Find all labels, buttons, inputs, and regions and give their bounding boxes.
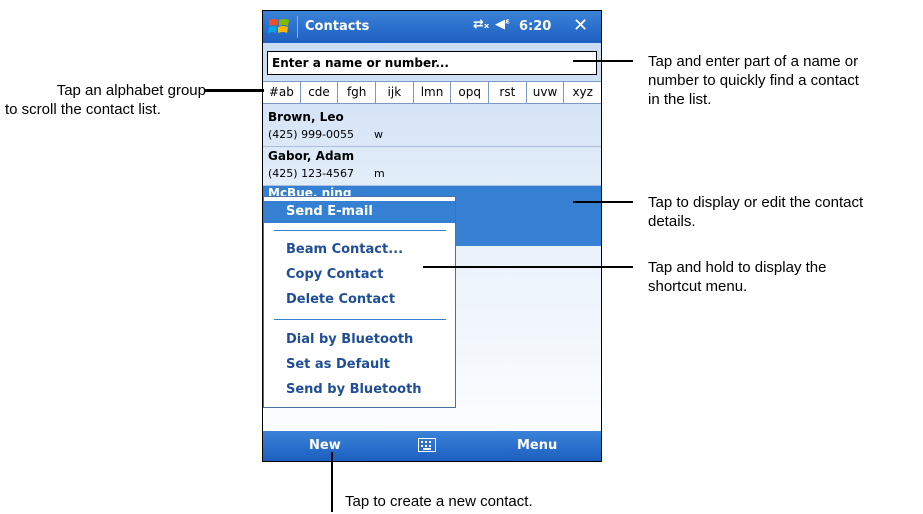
menu-separator (274, 230, 446, 231)
contact-number: (425) 999-0055 (268, 128, 355, 141)
context-menu: Send E-mail Beam Contact... Copy Contact… (263, 196, 456, 408)
windows-flag-icon[interactable] (267, 15, 291, 39)
menu-send-email[interactable]: Send E-mail (264, 201, 455, 223)
connectivity-icon[interactable]: ⇄ₓ (473, 17, 489, 32)
contact-number-type: w (374, 128, 383, 141)
callout-line-details (573, 201, 633, 203)
title-separator (297, 16, 298, 38)
contact-row[interactable]: Gabor, Adam (425) 123-4567 m (263, 147, 601, 186)
softkey-bar: New Menu (263, 431, 601, 461)
alpha-tab-opq[interactable]: opq (451, 82, 490, 103)
speaker-icon[interactable]: ◀︎ᵋ (495, 17, 510, 32)
new-button[interactable]: New (309, 438, 341, 453)
clock[interactable]: 6:20 (519, 19, 551, 34)
callout-line-hold (423, 266, 633, 268)
alpha-tab-rst[interactable]: rst (489, 82, 527, 103)
callout-hold: Tap and hold to display the shortcut men… (648, 259, 827, 295)
callout-line-new (331, 452, 333, 512)
alphabet-tabs: #ab cde fgh ijk lmn opq rst uvw xyz (263, 81, 601, 104)
pocket-pc-screen: Contacts ⇄ₓ ◀︎ᵋ 6:20 ✕ #ab cde fgh ijk l… (262, 10, 602, 462)
contact-number: (425) 123-4567 (268, 167, 355, 180)
alpha-tab-ijk[interactable]: ijk (376, 82, 414, 103)
callout-alphabet: Tap an alphabet group (56, 82, 206, 99)
callout-details: Tap to display or edit the contact detai… (648, 194, 864, 230)
close-icon[interactable]: ✕ (573, 15, 588, 36)
contact-name: Gabor, Adam (268, 149, 355, 163)
title-bar: Contacts ⇄ₓ ◀︎ᵋ 6:20 ✕ (263, 11, 601, 43)
callout-line-search (573, 60, 633, 62)
search-input[interactable] (268, 52, 596, 74)
alpha-tab-xyz[interactable]: xyz (564, 82, 601, 103)
menu-separator (274, 319, 446, 320)
alpha-tab-cde[interactable]: cde (301, 82, 339, 103)
callout-line-alphabet (204, 89, 264, 92)
menu-beam-contact[interactable]: Beam Contact... (264, 239, 455, 261)
alpha-tab-ab[interactable]: #ab (263, 82, 301, 103)
callout-new-contact: Tap to create a new contact. (345, 493, 533, 510)
menu-set-default[interactable]: Set as Default (264, 354, 455, 376)
contact-number-type: m (374, 167, 385, 180)
alpha-tab-fgh[interactable]: fgh (338, 82, 377, 103)
keyboard-icon[interactable] (418, 438, 436, 452)
alpha-tab-uvw[interactable]: uvw (527, 82, 565, 103)
callout-alphabet-line2: to scroll the contact list. (5, 101, 161, 118)
menu-button[interactable]: Menu (517, 438, 557, 453)
app-title: Contacts (305, 19, 370, 34)
menu-dial-bluetooth[interactable]: Dial by Bluetooth (264, 329, 455, 351)
menu-send-bluetooth[interactable]: Send by Bluetooth (264, 379, 455, 401)
alpha-tab-lmn[interactable]: lmn (414, 82, 452, 103)
contact-row[interactable]: Brown, Leo (425) 999-0055 w (263, 108, 601, 147)
callout-search: Tap and enter part of a name or number t… (648, 53, 859, 108)
contact-name: Brown, Leo (268, 110, 344, 124)
search-box (267, 51, 597, 75)
menu-delete-contact[interactable]: Delete Contact (264, 289, 455, 311)
